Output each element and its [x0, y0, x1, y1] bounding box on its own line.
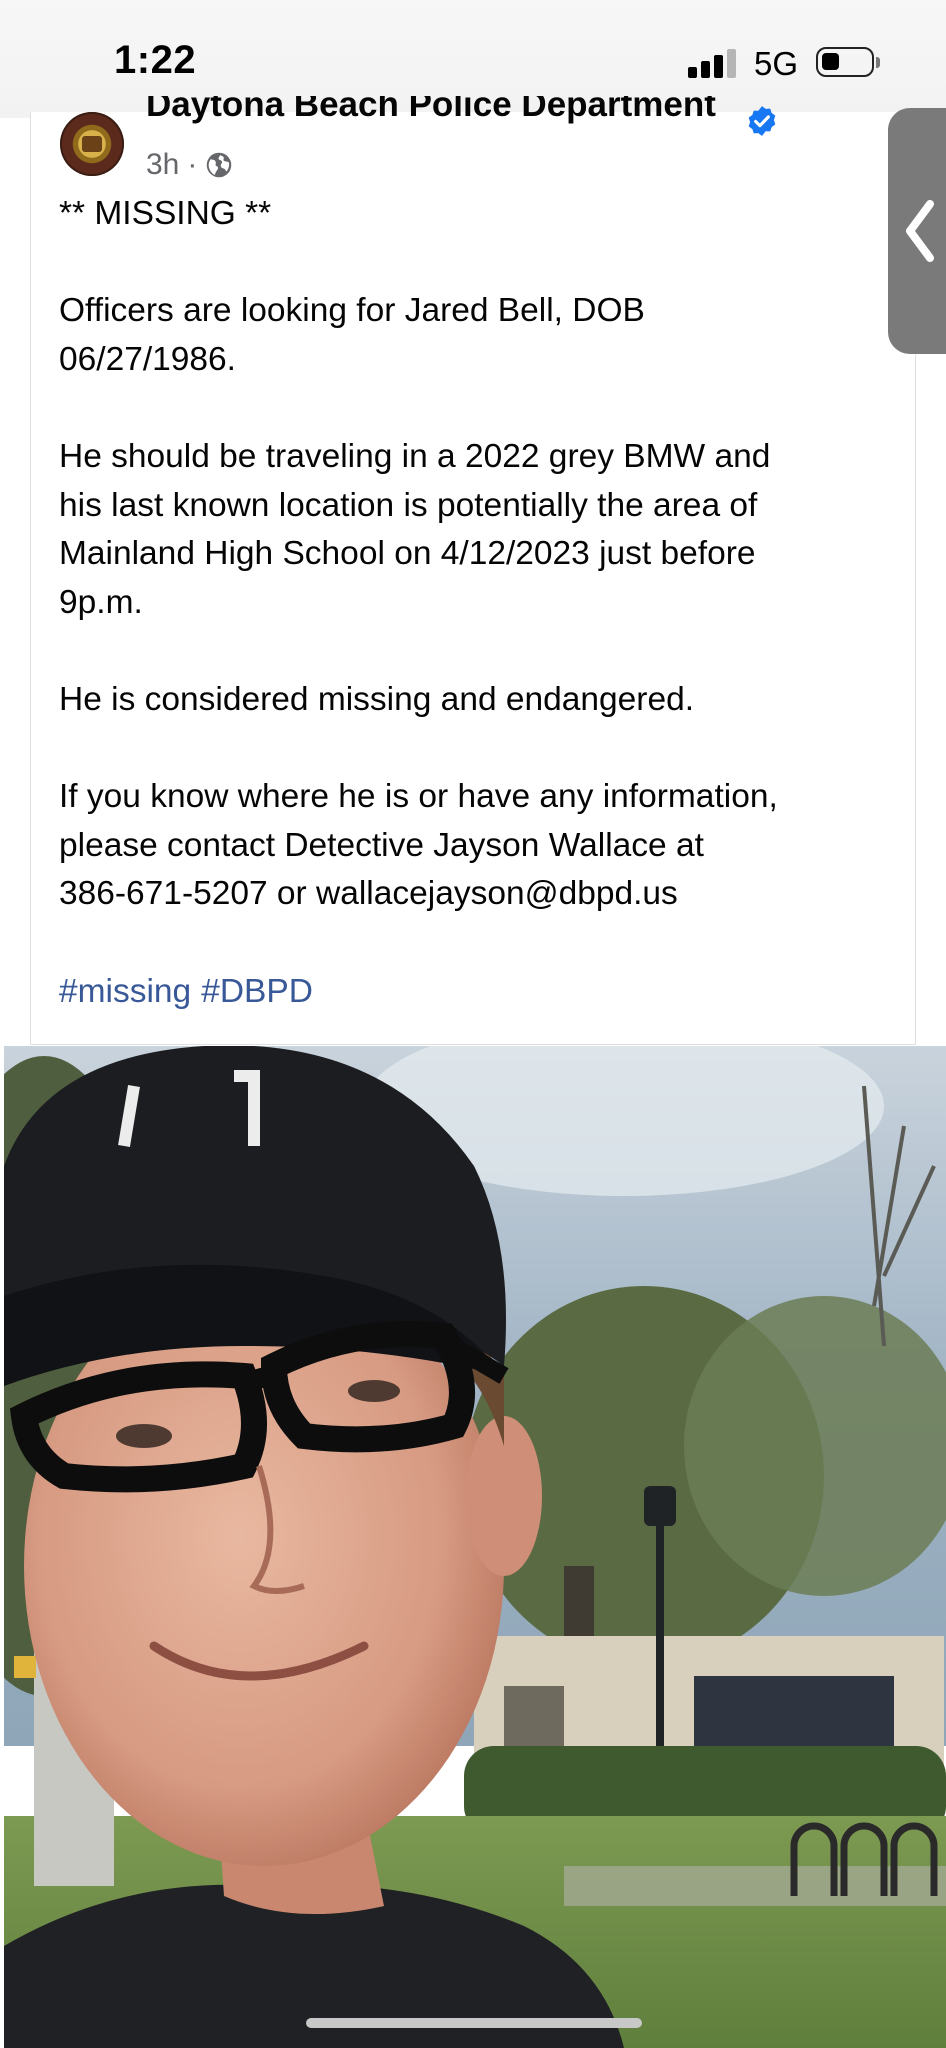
- network-type: 5G: [754, 45, 799, 82]
- post-text-line: his last known location is potentially t…: [59, 486, 758, 524]
- photo-image: [4, 1046, 946, 2048]
- post-timestamp[interactable]: 3h: [146, 148, 179, 182]
- post-text-line: 9p.m.: [59, 583, 143, 621]
- post-photo[interactable]: [4, 1046, 946, 2048]
- post-text-line: please contact Detective Jayson Wallace …: [59, 826, 704, 864]
- post-body: ** MISSING ** Officers are looking for Ja…: [59, 190, 899, 1016]
- page-name[interactable]: Daytona Beach Police Department: [146, 96, 716, 140]
- hashtag-link[interactable]: #missing: [59, 973, 191, 1010]
- post-text-line: Mainland High School on 4/12/2023 just b…: [59, 535, 756, 573]
- verified-badge-icon: [748, 106, 776, 136]
- battery-icon: [816, 47, 874, 77]
- home-indicator[interactable]: [306, 2018, 642, 2028]
- cellular-signal-icon: [688, 48, 740, 78]
- side-panel-tab[interactable]: [888, 108, 946, 354]
- post-text-line: If you know where he is or have any info…: [59, 778, 778, 816]
- battery-cap: [876, 57, 880, 68]
- meta-separator: ·: [187, 148, 198, 181]
- hashtags: #missing #DBPD: [59, 968, 899, 1017]
- page-avatar[interactable]: [60, 112, 124, 176]
- post-text-line: 06/27/1986.: [59, 340, 236, 378]
- post-text-line: He is considered missing and endangered.: [59, 680, 695, 718]
- hashtag-link[interactable]: #DBPD: [201, 973, 313, 1010]
- post-text-line: ** MISSING **: [59, 195, 272, 232]
- globe-icon: [207, 152, 232, 178]
- post-text-line: 386-671-5207 or wallacejayson@dbpd.us: [59, 875, 678, 913]
- post-text-line: Officers are looking for Jared Bell, DOB: [59, 292, 645, 330]
- chevron-left-icon: [906, 200, 934, 262]
- page-name-text[interactable]: Daytona Beach Police Department: [146, 96, 716, 127]
- post-meta: 3h ·: [146, 148, 233, 182]
- post-text-line: He should be traveling in a 2022 grey BM…: [59, 437, 771, 475]
- status-time: 1:22: [114, 38, 197, 82]
